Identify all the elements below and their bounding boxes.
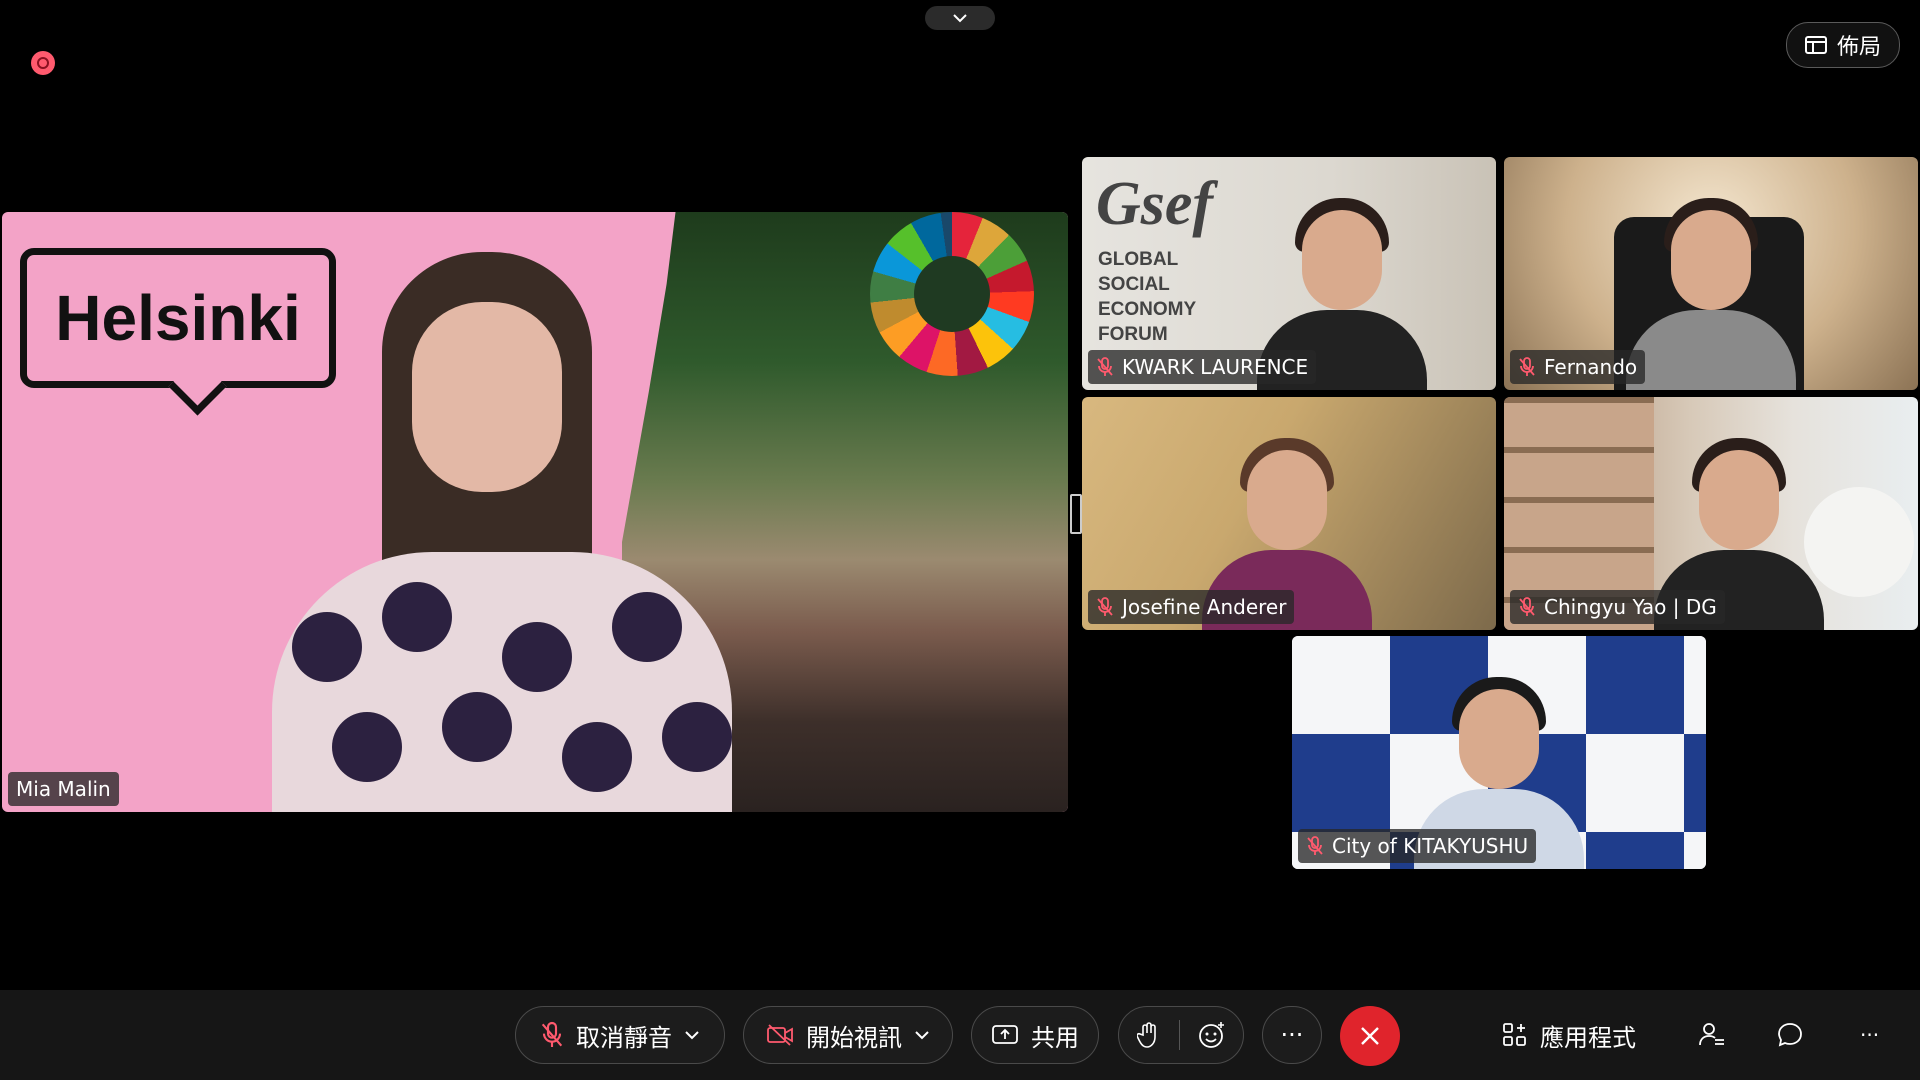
apps-button[interactable]: 應用程式 <box>1502 1006 1636 1064</box>
participant-name-tag: Josefine Anderer <box>1088 590 1295 624</box>
mic-muted-icon <box>1097 357 1113 376</box>
participant-name: Fernando <box>1544 355 1638 379</box>
participant-name: City of KITAKYUSHU <box>1332 834 1529 858</box>
apps-label: 應用程式 <box>1540 1023 1636 1052</box>
mic-muted-icon <box>1097 597 1113 616</box>
layout-icon <box>1804 36 1827 54</box>
overflow-menu-button[interactable]: ··· <box>1860 1006 1879 1064</box>
chevron-down-icon[interactable] <box>914 1030 930 1040</box>
start-video-label: 開始視訊 <box>806 1023 902 1052</box>
participant-video[interactable]: Fernando <box>1504 157 1918 390</box>
share-button[interactable]: 共用 <box>971 1006 1099 1064</box>
mic-muted-icon <box>541 1021 563 1047</box>
participant-video[interactable]: Gsef GLOBAL SOCIAL ECONOMY FORUM KWARK L… <box>1082 157 1496 390</box>
meeting-window: 佈局 Helsinki Mia Malin Gsef GLOBAL SOCIAL… <box>0 0 1920 1080</box>
meeting-toolbar: 取消靜音 開始視訊 共用 ··· 應用程式 ··· <box>0 990 1920 1080</box>
gsef-subtitle: GLOBAL SOCIAL ECONOMY FORUM <box>1098 249 1197 345</box>
participants-icon <box>1699 1023 1724 1046</box>
chat-icon <box>1778 1023 1802 1047</box>
toolbar-separator <box>1178 1020 1180 1050</box>
participant-name: KWARK LAURENCE <box>1122 355 1309 379</box>
speaker-figure <box>272 252 732 812</box>
layout-button[interactable]: 佈局 <box>1786 22 1900 68</box>
participant-name: Mia Malin <box>16 777 111 801</box>
participant-name-tag: KWARK LAURENCE <box>1088 350 1317 384</box>
resize-handle[interactable] <box>1070 494 1082 534</box>
recording-indicator-icon[interactable] <box>31 51 55 75</box>
participant-name-tag: Mia Malin <box>8 772 119 806</box>
more-options-label: ··· <box>1280 1021 1304 1049</box>
share-label: 共用 <box>1031 1023 1079 1052</box>
participant-figure <box>1626 190 1796 390</box>
participant-video[interactable]: City of KITAKYUSHU <box>1292 636 1706 869</box>
mic-muted-icon <box>1519 597 1535 616</box>
helsinki-logo-text: Helsinki <box>55 282 301 354</box>
main-speaker-video[interactable]: Helsinki Mia Malin <box>2 212 1068 812</box>
close-icon <box>1361 1027 1379 1045</box>
participant-name-tag: City of KITAKYUSHU <box>1298 829 1537 863</box>
gsef-logo-text: Gsef <box>1096 170 1214 238</box>
overflow-menu-label: ··· <box>1860 1023 1880 1047</box>
apps-icon <box>1503 1023 1526 1046</box>
participant-name-tag: Chingyu Yao | DG <box>1510 590 1725 624</box>
participant-video[interactable]: Josefine Anderer <box>1082 397 1496 630</box>
chevron-down-icon <box>953 14 967 23</box>
chevron-down-icon[interactable] <box>684 1030 700 1040</box>
collapse-toggle-button[interactable] <box>925 6 995 30</box>
video-off-icon <box>767 1024 793 1046</box>
end-call-button[interactable] <box>1340 1006 1400 1066</box>
add-reaction-icon[interactable] <box>1198 1021 1226 1049</box>
participant-name: Chingyu Yao | DG <box>1544 595 1717 619</box>
unmute-label: 取消靜音 <box>576 1023 672 1052</box>
participant-name-tag: Fernando <box>1510 350 1646 384</box>
sdg-wheel-logo <box>870 212 1034 376</box>
mic-muted-icon <box>1307 836 1323 855</box>
raise-hand-icon[interactable] <box>1136 1021 1161 1049</box>
participant-video[interactable]: Chingyu Yao | DG <box>1504 397 1918 630</box>
participants-button[interactable] <box>1698 1006 1726 1064</box>
layout-label: 佈局 <box>1836 35 1881 60</box>
chat-button[interactable] <box>1776 1006 1804 1064</box>
unmute-button[interactable]: 取消靜音 <box>515 1006 725 1064</box>
start-video-button[interactable]: 開始視訊 <box>743 1006 953 1064</box>
mic-muted-icon <box>1519 357 1535 376</box>
more-options-button[interactable]: ··· <box>1262 1006 1322 1064</box>
share-screen-icon <box>992 1025 1018 1044</box>
participant-name: Josefine Anderer <box>1122 595 1287 619</box>
reactions-group <box>1118 1006 1244 1064</box>
